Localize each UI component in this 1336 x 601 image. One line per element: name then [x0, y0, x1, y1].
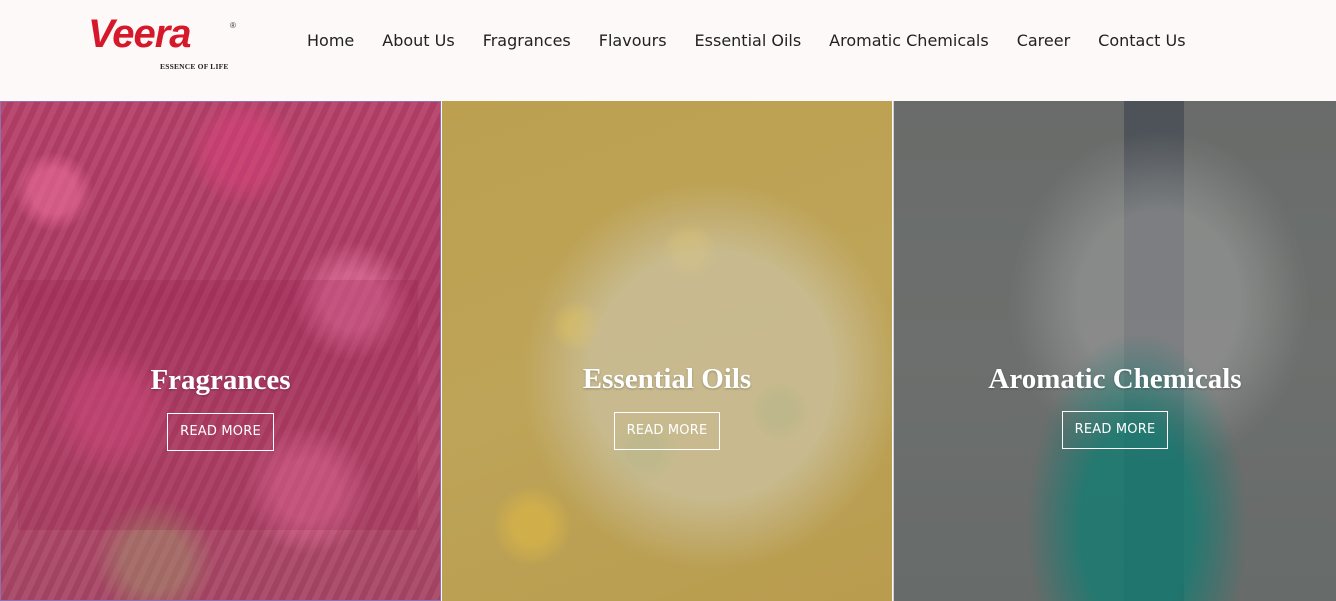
- panel-overlay: [442, 101, 892, 601]
- nav-career[interactable]: Career: [1003, 30, 1084, 52]
- nav-fragrances[interactable]: Fragrances: [469, 30, 585, 52]
- main-nav: Home About Us Fragrances Flavours Essent…: [293, 30, 1200, 52]
- panel-title: Aromatic Chemicals: [988, 363, 1242, 395]
- logo-wordmark: Veera: [88, 12, 191, 56]
- panel-overlay: [894, 101, 1336, 601]
- nav-about-us[interactable]: About Us: [368, 30, 468, 52]
- nav-aromatic-chemicals[interactable]: Aromatic Chemicals: [815, 30, 1003, 52]
- registered-mark: ®: [230, 21, 236, 30]
- read-more-button[interactable]: READ MORE: [167, 413, 274, 451]
- aromatic-chemicals-panel[interactable]: Aromatic Chemicals READ MORE: [893, 101, 1336, 601]
- read-more-button[interactable]: READ MORE: [613, 412, 721, 450]
- panel-content: Essential Oils READ MORE: [442, 359, 892, 450]
- logo-tagline: ESSENCE OF LIFE: [160, 62, 229, 71]
- category-panels: Fragrances READ MORE Essential Oils READ…: [0, 101, 1336, 601]
- panel-content: Aromatic Chemicals READ MORE: [894, 359, 1336, 449]
- brand-logo[interactable]: Veera ® ESSENCE OF LIFE: [88, 14, 240, 74]
- panel-content: Fragrances READ MORE: [1, 360, 440, 451]
- read-more-button[interactable]: READ MORE: [1061, 411, 1169, 449]
- panel-title: Fragrances: [150, 364, 291, 396]
- nav-home[interactable]: Home: [293, 30, 368, 52]
- essential-oils-panel[interactable]: Essential Oils READ MORE: [442, 101, 892, 601]
- nav-contact-us[interactable]: Contact Us: [1084, 30, 1199, 52]
- panel-title: Essential Oils: [582, 363, 752, 395]
- nav-essential-oils[interactable]: Essential Oils: [681, 30, 816, 52]
- site-header: Veera ® ESSENCE OF LIFE Home About Us Fr…: [0, 0, 1336, 101]
- panel-overlay: [1, 102, 440, 600]
- fragrances-panel[interactable]: Fragrances READ MORE: [0, 101, 441, 601]
- nav-flavours[interactable]: Flavours: [585, 30, 681, 52]
